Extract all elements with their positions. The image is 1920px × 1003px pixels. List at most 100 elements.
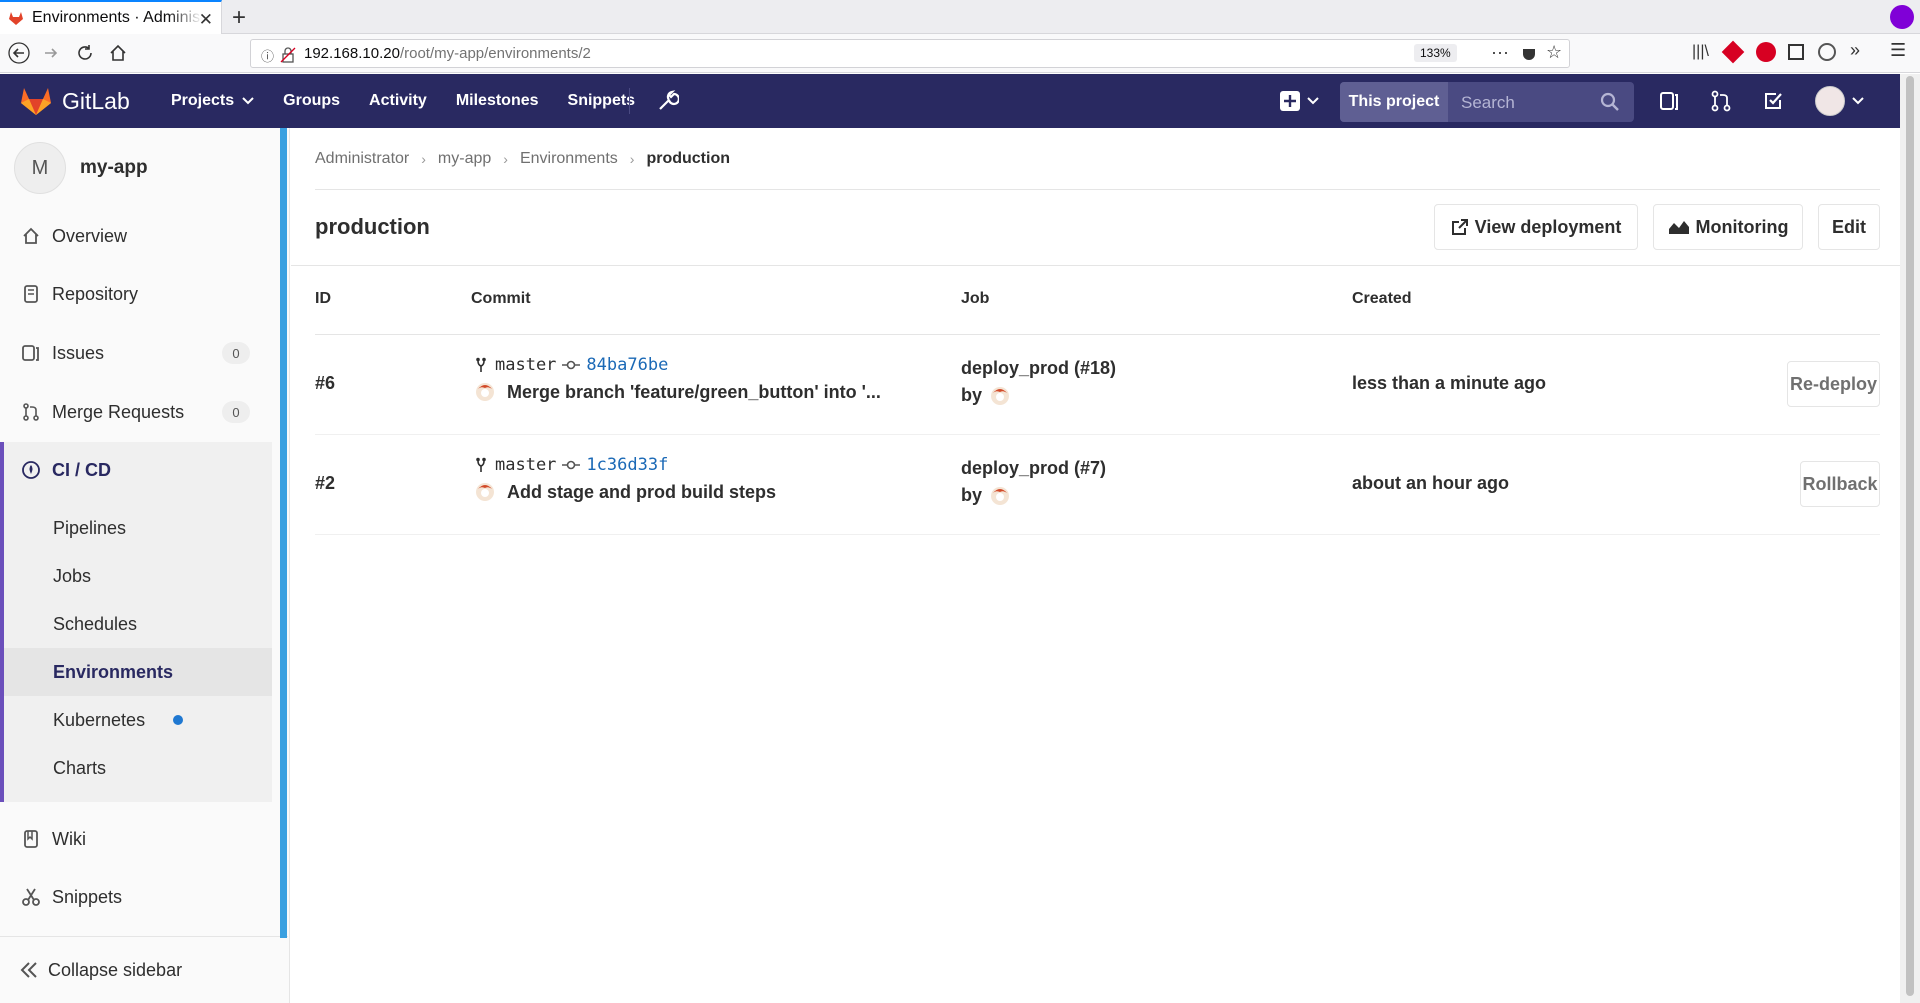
sidebar-item-merge-requests[interactable]: Merge Requests 0 xyxy=(0,387,272,437)
button-label: View deployment xyxy=(1474,216,1622,237)
library-icon[interactable]: |||\ xyxy=(1692,43,1709,61)
plus-square-icon xyxy=(1280,91,1300,111)
pocket-icon[interactable] xyxy=(1521,46,1537,62)
job-link[interactable]: deploy_prod (#18) xyxy=(961,355,1116,382)
sidebar-item-ci-cd[interactable]: CI / CD xyxy=(4,442,111,498)
account-icon[interactable] xyxy=(1818,43,1836,61)
nav-milestones[interactable]: Milestones xyxy=(456,92,539,110)
gitlab-header: GitLab Projects Groups Activity Mileston… xyxy=(0,74,1900,128)
new-dropdown[interactable] xyxy=(1279,90,1319,112)
nav-groups[interactable]: Groups xyxy=(283,92,340,110)
rollback-button[interactable]: Rollback xyxy=(1800,461,1880,507)
deployment-id[interactable]: #6 xyxy=(315,373,335,394)
commit-icon xyxy=(562,360,581,370)
commit-sha-link[interactable]: 1c36d33f xyxy=(586,455,668,475)
avatar xyxy=(476,383,494,401)
branch-name[interactable]: master xyxy=(495,455,556,475)
bookmark-star-icon[interactable]: ☆ xyxy=(1546,42,1562,63)
by-label: by xyxy=(961,385,983,405)
avatar[interactable] xyxy=(990,385,1010,407)
breadcrumb-production[interactable]: production xyxy=(646,150,730,168)
table-row: #6 master 84ba76be Merge branch 'feature… xyxy=(315,335,1880,435)
sidebar-toggle-icon[interactable] xyxy=(1788,44,1804,60)
project-sidebar: M my-app Overview Repository Issues 0 Me… xyxy=(0,128,290,1003)
scissors-icon xyxy=(20,886,42,908)
chevron-down-icon[interactable] xyxy=(1852,97,1864,105)
search-icon xyxy=(1600,92,1619,111)
breadcrumb-my-app[interactable]: my-app xyxy=(438,150,491,168)
overflow-icon[interactable]: » xyxy=(1850,40,1860,61)
sidebar-sub-pipelines[interactable]: Pipelines xyxy=(4,504,272,552)
external-link-icon xyxy=(1451,219,1468,235)
zoom-level[interactable]: 133% xyxy=(1414,44,1457,62)
commit-title-link[interactable]: Add stage and prod build steps xyxy=(507,482,776,503)
back-icon[interactable] xyxy=(8,42,30,64)
sidebar-sub-jobs[interactable]: Jobs xyxy=(4,552,272,600)
gitlab-favicon-icon xyxy=(9,12,23,25)
job-link[interactable]: deploy_prod (#7) xyxy=(961,455,1106,482)
extension-icon[interactable] xyxy=(1721,40,1745,64)
monitoring-button[interactable]: Monitoring xyxy=(1653,204,1803,250)
sidebar-item-issues[interactable]: Issues 0 xyxy=(0,328,272,378)
sidebar-sub-kubernetes[interactable]: Kubernetes xyxy=(4,696,272,744)
by-label: by xyxy=(961,485,983,505)
search-box[interactable]: This project Search xyxy=(1340,82,1634,122)
commit-title-link[interactable]: Merge branch 'feature/green_button' into… xyxy=(507,382,881,403)
re-deploy-button[interactable]: Re-deploy xyxy=(1787,361,1880,407)
scrollbar-thumb[interactable] xyxy=(1906,76,1914,996)
commit-ref: master 84ba76be xyxy=(475,355,668,375)
page-actions-icon[interactable]: ··· xyxy=(1491,42,1509,63)
collapse-sidebar-button[interactable]: Collapse sidebar xyxy=(0,936,288,1003)
sidebar-item-overview[interactable]: Overview xyxy=(0,211,272,261)
nav-projects[interactable]: Projects xyxy=(171,92,254,110)
gitlab-logo[interactable]: GitLab xyxy=(20,86,130,116)
sidebar-item-repository[interactable]: Repository xyxy=(0,269,272,319)
issues-count-badge: 0 xyxy=(222,342,250,364)
nav-snippets[interactable]: Snippets xyxy=(568,92,636,110)
url-bar[interactable]: ⓘ 192.168.10.20/root/my-app/environments… xyxy=(250,39,1570,68)
home-icon[interactable] xyxy=(107,42,129,64)
sidebar-sub-environments[interactable]: Environments xyxy=(4,648,272,696)
merge-request-icon[interactable] xyxy=(1710,90,1732,112)
browser-tab[interactable]: Environments · Administrator / my-app · … xyxy=(0,0,222,34)
commit-message: Merge branch 'feature/green_button' into… xyxy=(475,381,881,403)
view-deployment-button[interactable]: View deployment xyxy=(1434,204,1638,250)
book-icon xyxy=(20,828,42,850)
sidebar-sub-charts[interactable]: Charts xyxy=(4,744,272,792)
sidebar-item-label: CI / CD xyxy=(52,459,112,480)
sidebar-sub-schedules[interactable]: Schedules xyxy=(4,600,272,648)
reload-icon[interactable] xyxy=(74,42,96,64)
issues-icon[interactable] xyxy=(1658,90,1680,112)
commit-sha-link[interactable]: 84ba76be xyxy=(586,355,668,375)
site-info-icon[interactable]: ⓘ xyxy=(261,46,274,65)
new-tab-icon[interactable]: + xyxy=(232,4,246,32)
search-scope-badge[interactable]: This project xyxy=(1340,82,1448,122)
close-tab-icon[interactable]: ✕ xyxy=(199,10,213,30)
breadcrumb-administrator[interactable]: Administrator xyxy=(315,150,409,168)
todos-icon[interactable] xyxy=(1762,90,1784,112)
sidebar-item-wiki[interactable]: Wiki xyxy=(0,814,272,864)
search-input[interactable]: Search xyxy=(1461,93,1515,113)
adblock-icon[interactable] xyxy=(1756,42,1776,62)
chevron-right-icon: › xyxy=(421,150,426,167)
edit-button[interactable]: Edit xyxy=(1818,204,1880,250)
sidebar-item-snippets[interactable]: Snippets xyxy=(0,872,272,922)
nav-activity[interactable]: Activity xyxy=(369,92,427,110)
deployment-id[interactable]: #2 xyxy=(315,473,335,494)
page-scrollbar[interactable] xyxy=(1900,74,1920,1003)
commit-ref: master 1c36d33f xyxy=(475,455,668,475)
branch-name[interactable]: master xyxy=(495,355,556,375)
job-triggerer: by xyxy=(961,482,1106,509)
sidebar-project-header[interactable]: M my-app xyxy=(14,142,148,194)
forward-icon[interactable] xyxy=(40,42,62,64)
user-avatar[interactable] xyxy=(1815,86,1845,116)
breadcrumb-environments[interactable]: Environments xyxy=(520,150,618,168)
column-header-job: Job xyxy=(961,290,990,307)
job-cell: deploy_prod (#18) by xyxy=(961,355,1116,409)
collapse-sidebar-label: Collapse sidebar xyxy=(48,959,183,980)
avatar[interactable] xyxy=(990,485,1010,507)
gitlab-wordmark: GitLab xyxy=(62,87,130,114)
admin-wrench-icon[interactable] xyxy=(657,90,679,112)
menu-icon[interactable]: ☰ xyxy=(1890,40,1906,61)
sidebar-scrollbar[interactable] xyxy=(280,128,287,938)
